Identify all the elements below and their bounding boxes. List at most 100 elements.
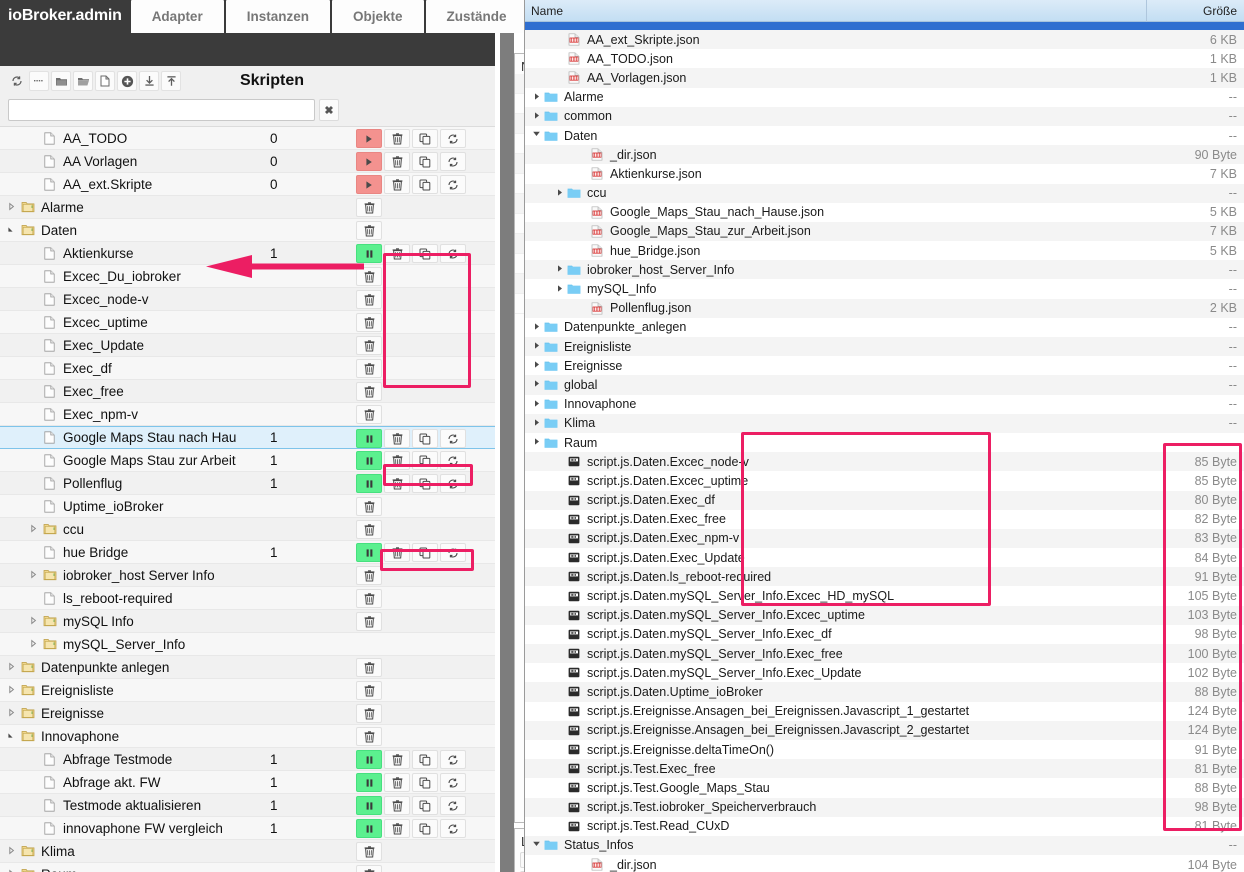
tab-zustaende[interactable]: Zustände [425,0,524,33]
chevron-right-icon[interactable] [531,360,542,371]
chevron-right-icon[interactable] [531,437,542,448]
start-script-button[interactable] [356,175,382,194]
scripts-tree[interactable]: AA_TODO 0 AA Vorlagen 0 AA_ext.Skripte 0 Alarm… [0,126,510,872]
close-icon[interactable]: ✖ [319,99,339,121]
restart-button[interactable] [440,152,466,171]
chevron-right-icon[interactable] [6,869,17,872]
pause-script-button[interactable] [356,750,382,769]
file-row[interactable]: script.js.Daten.ls_reboot-required 91 Byt… [525,567,1244,587]
copy-button[interactable] [412,244,438,263]
file-row[interactable]: script.js.Daten.Exec_df 80 Byte [525,490,1244,510]
tree-row[interactable]: Datenpunkte anlegen [0,656,510,679]
chevron-right-icon[interactable] [554,264,565,275]
restart-button[interactable] [440,451,466,470]
file-row[interactable]: _dir.json 90 Byte [525,145,1244,165]
chevron-right-icon[interactable] [28,524,39,535]
file-row[interactable]: _dir.json 104 Byte [525,855,1244,872]
file-row[interactable]: Datenpunkte_anlegen -- [525,317,1244,337]
tree-row[interactable]: Excec_uptime [0,311,510,334]
restart-button[interactable] [440,429,466,448]
delete-button[interactable] [384,773,410,792]
pause-script-button[interactable] [356,819,382,838]
tree-row[interactable]: Pollenflug 1 [0,472,510,495]
tree-row[interactable]: Abfrage Testmode 1 [0,748,510,771]
chevron-right-icon[interactable] [6,662,17,673]
file-row[interactable]: Klima -- [525,413,1244,433]
chevron-right-icon[interactable] [28,570,39,581]
tree-row[interactable]: Exec_Update [0,334,510,357]
delete-button[interactable] [384,819,410,838]
tree-row[interactable]: Klima [0,840,510,863]
chevron-right-icon[interactable] [531,92,542,103]
file-row[interactable]: iobroker_host_Server_Info -- [525,260,1244,280]
delete-button[interactable] [384,543,410,562]
delete-button[interactable] [356,359,382,378]
delete-button[interactable] [356,842,382,861]
delete-button[interactable] [356,727,382,746]
tree-row[interactable]: mySQL_Server_Info [0,633,510,656]
file-row[interactable]: script.js.Daten.mySQL_Server_Info.Exec_d… [525,624,1244,644]
search-input[interactable] [8,99,315,121]
restart-button[interactable] [440,796,466,815]
copy-button[interactable] [412,129,438,148]
restart-button[interactable] [440,129,466,148]
copy-button[interactable] [412,796,438,815]
tree-row[interactable]: Excec_Du_iobroker [0,265,510,288]
delete-button[interactable] [356,405,382,424]
delete-button[interactable] [356,566,382,585]
pause-script-button[interactable] [356,796,382,815]
tree-row[interactable]: Testmode aktualisieren 1 [0,794,510,817]
file-row[interactable]: Innovaphone -- [525,394,1244,414]
file-row[interactable]: script.js.Ereignisse.deltaTimeOn() 91 Byt… [525,739,1244,760]
delete-button[interactable] [356,520,382,539]
file-row[interactable]: AA_TODO.json 1 KB [525,49,1244,69]
tree-row[interactable]: Exec_df [0,357,510,380]
file-row[interactable]: script.js.Test.Read_CUxD 81 Byte [525,816,1244,836]
tab-instanzen[interactable]: Instanzen [225,0,330,33]
file-row[interactable]: script.js.Test.Exec_free 81 Byte [525,759,1244,779]
file-row[interactable]: ccu -- [525,183,1244,203]
chevron-right-icon[interactable] [531,418,542,429]
delete-button[interactable] [384,429,410,448]
file-row[interactable]: global -- [525,375,1244,395]
file-row[interactable]: Status_Infos -- [525,835,1244,856]
tree-row[interactable]: ls_reboot-required [0,587,510,610]
file-row[interactable]: AA_ext_Skripte.json 6 KB [525,30,1244,50]
chevron-right-icon[interactable] [28,616,39,627]
delete-button[interactable] [356,589,382,608]
delete-button[interactable] [384,175,410,194]
delete-button[interactable] [356,313,382,332]
delete-button[interactable] [356,336,382,355]
chevron-right-icon[interactable] [531,111,542,122]
tree-row[interactable]: Daten [0,219,510,242]
file-row[interactable]: AA_Vorlagen.json 1 KB [525,68,1244,88]
tree-row[interactable]: AA_TODO 0 [0,127,510,150]
start-script-button[interactable] [356,129,382,148]
chevron-right-icon[interactable] [6,846,17,857]
tree-row[interactable]: Ereignisliste [0,679,510,702]
delete-button[interactable] [356,497,382,516]
tree-row[interactable]: Exec_free [0,380,510,403]
pause-script-button[interactable] [356,429,382,448]
delete-button[interactable] [356,658,382,677]
delete-button[interactable] [356,681,382,700]
delete-button[interactable] [384,451,410,470]
file-row[interactable]: script.js.Daten.Exec_npm-v 83 Byte [525,528,1244,549]
file-row[interactable]: script.js.Daten.Excec_node-v 85 Byte [525,452,1244,472]
restart-button[interactable] [440,773,466,792]
pause-script-button[interactable] [356,244,382,263]
delete-button[interactable] [384,152,410,171]
chevron-right-icon[interactable] [28,639,39,650]
copy-button[interactable] [412,451,438,470]
tree-row[interactable]: mySQL Info [0,610,510,633]
column-header-size[interactable]: Größe [1147,0,1244,22]
file-row[interactable]: Ereignisliste -- [525,337,1244,357]
pause-script-button[interactable] [356,773,382,792]
chevron-right-icon[interactable] [531,322,542,333]
tree-row[interactable]: Google Maps Stau nach Hau 1 [0,426,510,449]
tab-adapter[interactable]: Adapter [130,0,224,33]
restart-button[interactable] [440,543,466,562]
tree-row[interactable]: Exec_npm-v [0,403,510,426]
copy-button[interactable] [412,474,438,493]
tab-objekte[interactable]: Objekte [331,0,424,33]
